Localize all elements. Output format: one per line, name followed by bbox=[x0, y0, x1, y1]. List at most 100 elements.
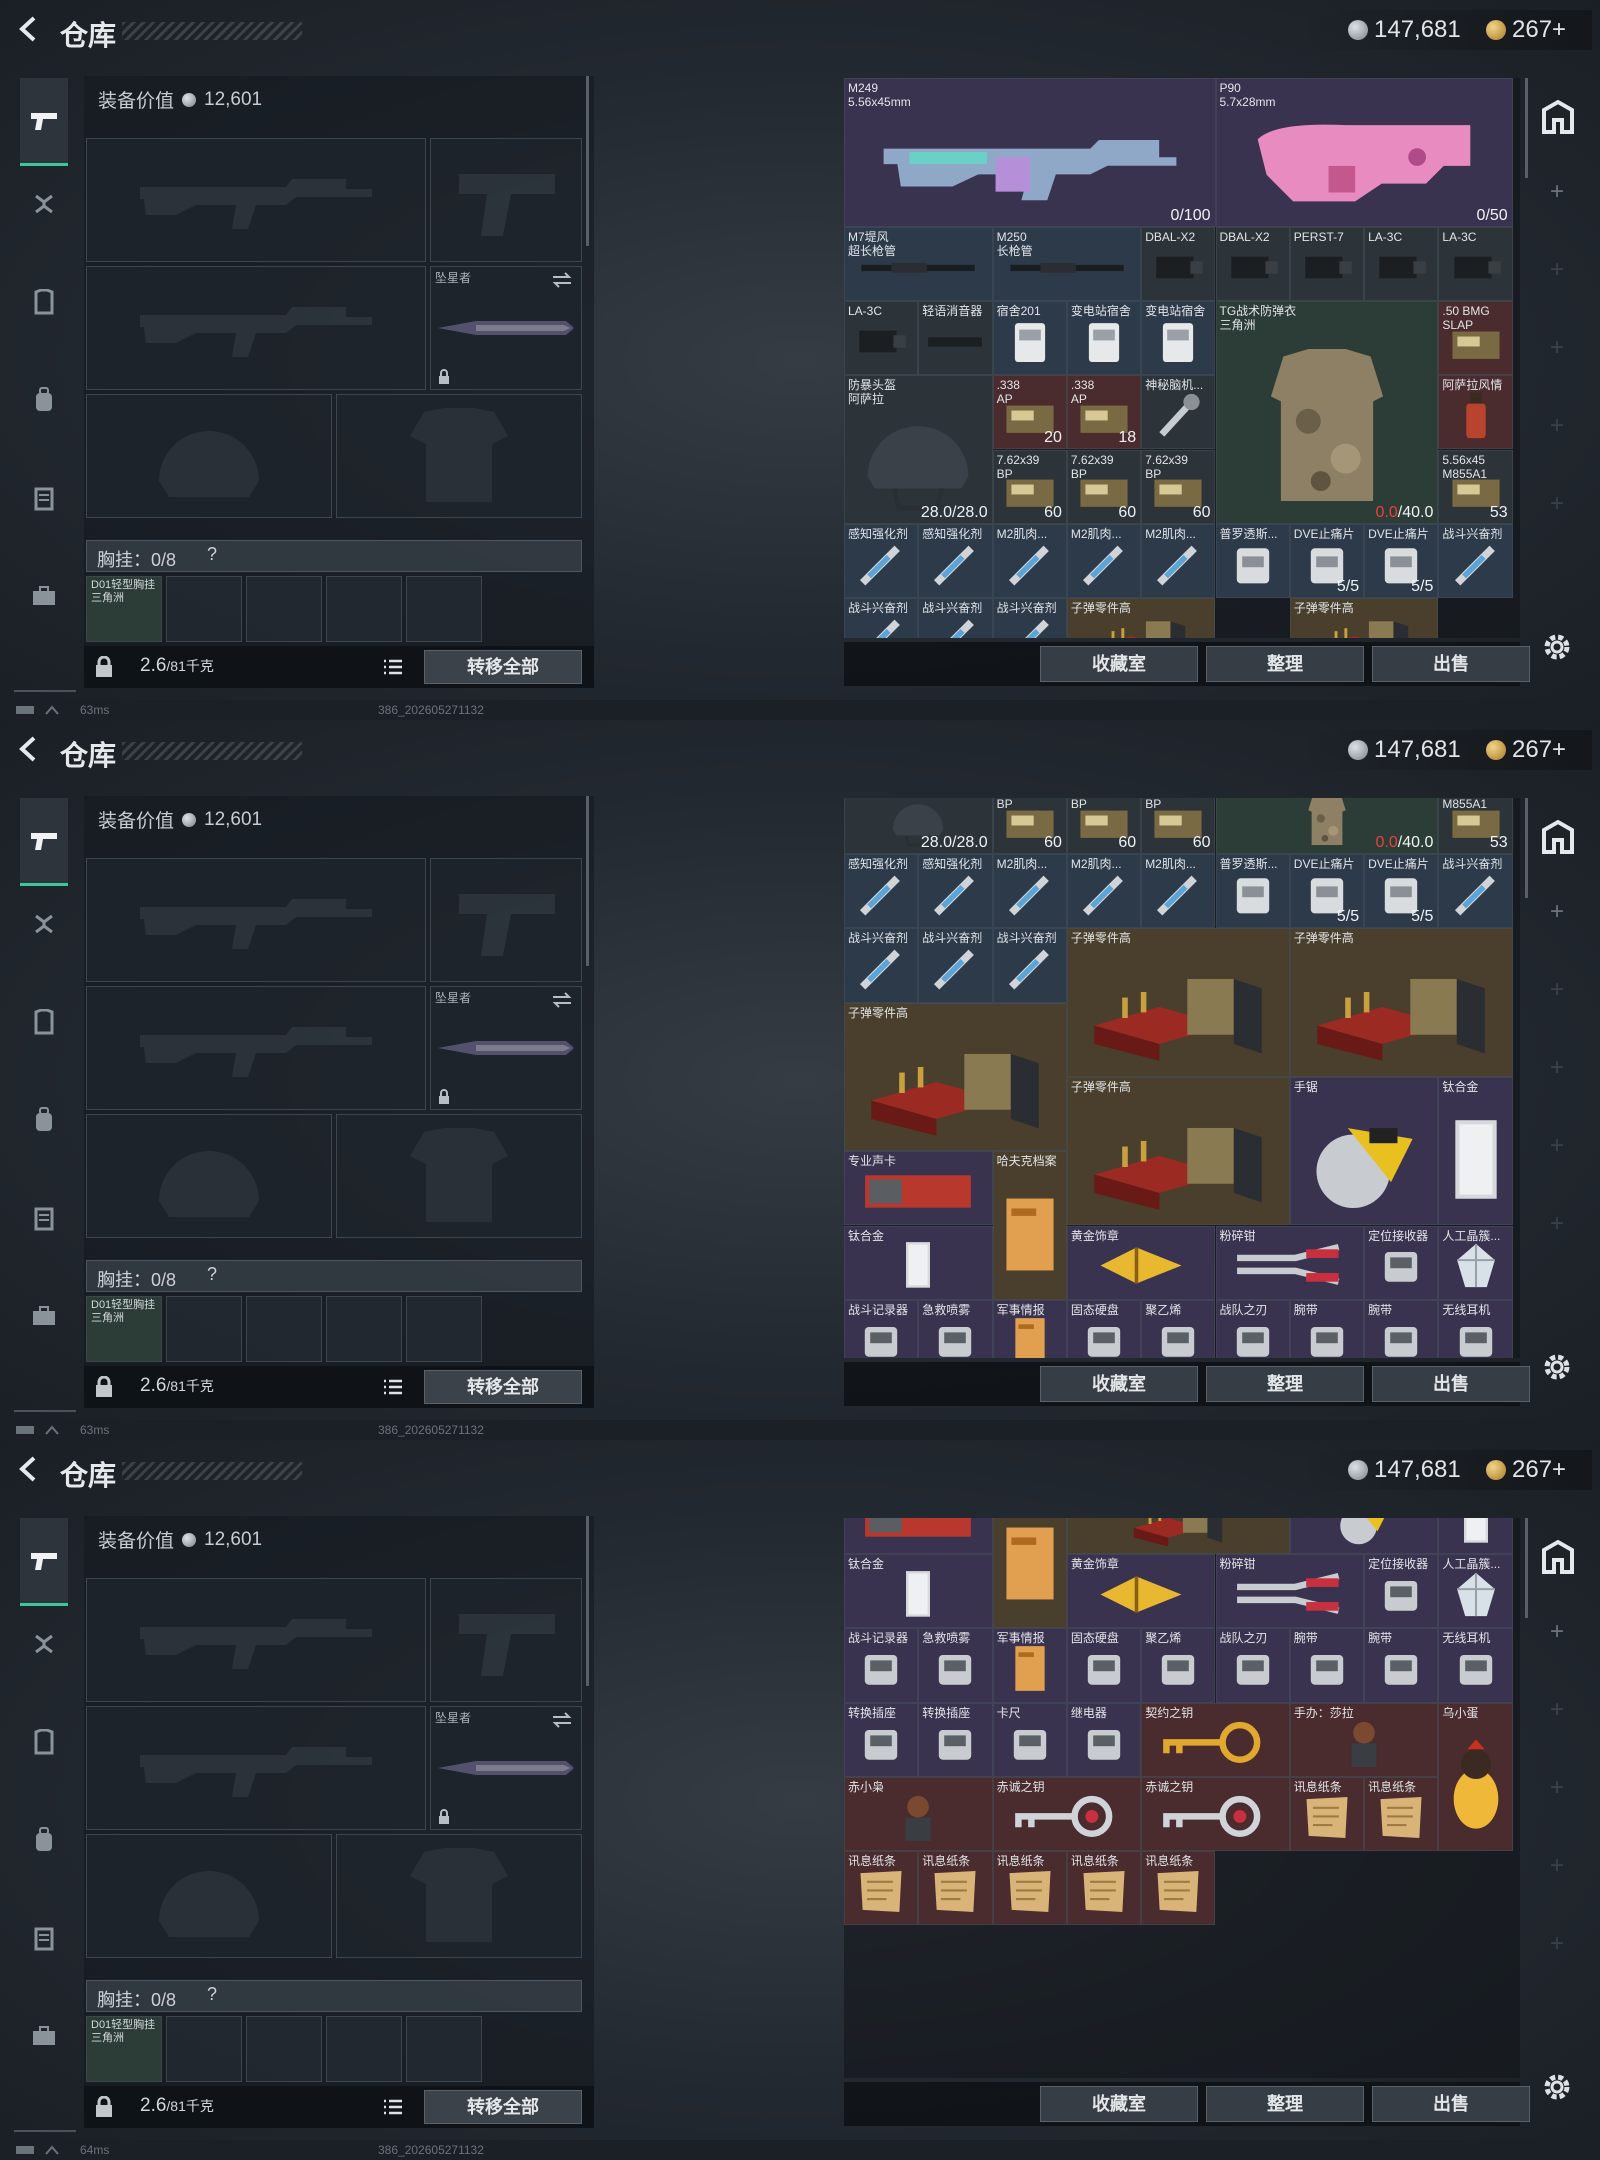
stash-item-r2[interactable]: 战斗兴奋剂 bbox=[918, 598, 993, 638]
stash-item-v7[interactable]: 腕带 bbox=[1289, 1299, 1365, 1358]
help-icon[interactable]: ? bbox=[207, 1984, 217, 2005]
tab-attachments[interactable] bbox=[22, 902, 66, 946]
stash-item-u4[interactable]: 子弹零件高 bbox=[1066, 928, 1290, 1077]
stash-item-w2[interactable]: 急救喷雾 bbox=[918, 1628, 993, 1703]
gold-currency[interactable]: 267+ bbox=[1486, 16, 1566, 44]
stash-item-m7[interactable]: M7堤风 超长枪管 bbox=[844, 226, 993, 301]
stash-home-icon[interactable] bbox=[1538, 1538, 1578, 1578]
rig-pocket-slot[interactable] bbox=[406, 2016, 482, 2082]
stash-item-asala[interactable]: 阿萨拉风情 bbox=[1438, 375, 1513, 450]
list-icon[interactable] bbox=[380, 1374, 406, 1400]
stash-item-v9[interactable]: 无线耳机 bbox=[1438, 1299, 1513, 1358]
stash-item-la3c1[interactable]: LA-3C bbox=[1364, 226, 1439, 301]
stash-item-myst[interactable]: 神秘脑机... bbox=[1141, 375, 1216, 450]
stash-item-gpu3[interactable]: 专业声卡 bbox=[844, 1518, 993, 1554]
stash-item-x2[interactable]: 转换插座 bbox=[918, 1702, 993, 1777]
stash-item-t3[interactable]: M2肌肉... bbox=[992, 854, 1067, 929]
stash-item-dbal2[interactable]: DBAL-X2 bbox=[1215, 226, 1290, 301]
stash-item-z3[interactable]: 讯息纸条 bbox=[992, 1851, 1067, 1926]
tab-consumables[interactable] bbox=[22, 1196, 66, 1240]
stash-item-v4[interactable]: 固态硬盘 bbox=[1066, 1299, 1142, 1358]
stash-item-s2[interactable]: 感知强化剂 bbox=[918, 523, 993, 599]
stash-item-x5[interactable]: 契约之钥 bbox=[1141, 1702, 1290, 1777]
rig-pocket-slot[interactable] bbox=[246, 576, 322, 642]
stash-item-bp3b[interactable]: 7.62x39BP 60 bbox=[1141, 798, 1216, 854]
tab-backpacks[interactable] bbox=[22, 378, 66, 422]
collection-button[interactable]: 收藏室 bbox=[1040, 646, 1198, 682]
tab-armor[interactable] bbox=[22, 280, 66, 324]
list-icon[interactable] bbox=[380, 654, 406, 680]
gold-currency[interactable]: 267+ bbox=[1486, 1456, 1566, 1484]
stash-item-gold[interactable]: 黄金饰章 bbox=[1066, 1225, 1216, 1300]
swap-icon[interactable] bbox=[551, 991, 573, 1009]
rig-pocket-slot[interactable] bbox=[406, 1296, 482, 1362]
stash-item-t2[interactable]: 感知强化剂 bbox=[918, 854, 993, 929]
melee-slot[interactable]: 坠星者 bbox=[430, 266, 582, 390]
settings-gear-icon[interactable] bbox=[1540, 1350, 1574, 1384]
melee-slot[interactable]: 坠星者 bbox=[430, 986, 582, 1110]
equipment-scrollbar[interactable] bbox=[586, 76, 589, 246]
stash-item-gold3[interactable]: 黄金饰章 bbox=[1066, 1554, 1216, 1629]
stash-item-z4[interactable]: 讯息纸条 bbox=[1066, 1851, 1142, 1926]
stash-item-gem[interactable]: 人工晶簇... bbox=[1438, 1225, 1513, 1300]
secondary-weapon-slot[interactable] bbox=[86, 1706, 426, 1830]
stash-item-t6[interactable]: 普罗透斯... bbox=[1215, 854, 1290, 929]
stash-item-u3[interactable]: 战斗兴奋剂 bbox=[992, 928, 1067, 1003]
stash-item-ti4[interactable]: 钛合金 bbox=[844, 1554, 993, 1629]
stash-item-v5[interactable]: 聚乙烯 bbox=[1141, 1299, 1216, 1358]
stash-item-t9[interactable]: 战斗兴奋剂 bbox=[1438, 854, 1513, 929]
sell-button[interactable]: 出售 bbox=[1372, 1366, 1530, 1402]
stash-item-ap1[interactable]: .338 AP 20 bbox=[992, 375, 1067, 450]
tab-armor[interactable] bbox=[22, 1720, 66, 1764]
stash-item-s5[interactable]: M2肌肉... bbox=[1141, 523, 1216, 599]
rig-pocket-slot[interactable] bbox=[326, 2016, 402, 2082]
chest-rig-item[interactable]: D01轻型胸挂 三角洲 bbox=[86, 1296, 162, 1362]
stash-item-z2[interactable]: 讯息纸条 bbox=[918, 1851, 993, 1926]
collection-button[interactable]: 收藏室 bbox=[1040, 2086, 1198, 2122]
stash-item-x1[interactable]: 转换插座 bbox=[844, 1702, 919, 1777]
stash-item-saw[interactable]: 手锯 bbox=[1289, 1076, 1439, 1226]
help-icon[interactable]: ? bbox=[207, 1264, 217, 1285]
stash-item-ti3[interactable] bbox=[1438, 1518, 1513, 1554]
add-page-icon[interactable]: + bbox=[1550, 1210, 1564, 1238]
primary-weapon-slot[interactable] bbox=[86, 138, 426, 262]
stash-item-z1[interactable]: 讯息纸条 bbox=[844, 1851, 919, 1926]
organize-button[interactable]: 整理 bbox=[1206, 646, 1364, 682]
organize-button[interactable]: 整理 bbox=[1206, 2086, 1364, 2122]
add-page-icon[interactable]: + bbox=[1550, 1132, 1564, 1160]
stash-item-u6[interactable]: 子弹零件高 bbox=[844, 1002, 1067, 1152]
stash-item-ap2[interactable]: .338 AP 18 bbox=[1066, 375, 1142, 450]
stash-item-v2[interactable]: 急救喷雾 bbox=[918, 1299, 993, 1358]
list-icon[interactable] bbox=[380, 2094, 406, 2120]
stash-item-u2[interactable]: 战斗兴奋剂 bbox=[918, 928, 993, 1003]
secondary-weapon-slot[interactable] bbox=[86, 266, 426, 390]
stash-item-y2[interactable]: 赤诚之钥 bbox=[992, 1776, 1142, 1852]
chest-rig-item[interactable]: D01轻型胸挂 三角洲 bbox=[86, 2016, 162, 2082]
tab-weapons[interactable] bbox=[20, 798, 68, 886]
stash-item-x7[interactable]: 乌小蛋 bbox=[1438, 1702, 1513, 1852]
stash-item-w4[interactable]: 固态硬盘 bbox=[1066, 1628, 1142, 1703]
stash-item-la3c2[interactable]: LA-3C bbox=[1438, 226, 1513, 301]
stash-item-s8[interactable]: DVE止痛片 5/5 bbox=[1364, 523, 1439, 599]
stash-item-w9[interactable]: 无线耳机 bbox=[1438, 1628, 1513, 1703]
primary-weapon-slot[interactable] bbox=[86, 858, 426, 982]
stash-item-dbal1[interactable]: DBAL-X2 bbox=[1141, 226, 1216, 301]
stash-scrollbar[interactable] bbox=[1525, 798, 1528, 898]
stash-item-bp1b[interactable]: 7.62x39BP 60 bbox=[992, 798, 1067, 854]
stash-item-loc[interactable]: 定位接收器 bbox=[1364, 1225, 1439, 1300]
sidearm-slot[interactable] bbox=[430, 138, 582, 262]
stash-item-w5[interactable]: 聚乙烯 bbox=[1141, 1628, 1216, 1703]
stash-item-v1[interactable]: 战斗记录器 bbox=[844, 1299, 919, 1358]
stash-scrollbar[interactable] bbox=[1525, 1518, 1528, 1618]
stash-item-helmet[interactable]: 防暴头盔 阿萨拉 28.0/28.0 bbox=[844, 375, 993, 524]
collection-button[interactable]: 收藏室 bbox=[1040, 1366, 1198, 1402]
stash-item-plier3[interactable]: 粉碎钳 bbox=[1215, 1554, 1365, 1629]
body-armor-slot[interactable] bbox=[336, 394, 582, 518]
stash-item-x3[interactable]: 卡尺 bbox=[992, 1702, 1067, 1777]
rig-pocket-slot[interactable] bbox=[326, 1296, 402, 1362]
stash-item-m855b[interactable]: 5.56x45M855A1 53 bbox=[1438, 798, 1513, 854]
sidearm-slot[interactable] bbox=[430, 858, 582, 982]
tab-backpacks[interactable] bbox=[22, 1098, 66, 1142]
stash-item-m250[interactable]: M250 长枪管 bbox=[992, 226, 1142, 301]
add-page-icon[interactable]: + bbox=[1550, 412, 1564, 440]
